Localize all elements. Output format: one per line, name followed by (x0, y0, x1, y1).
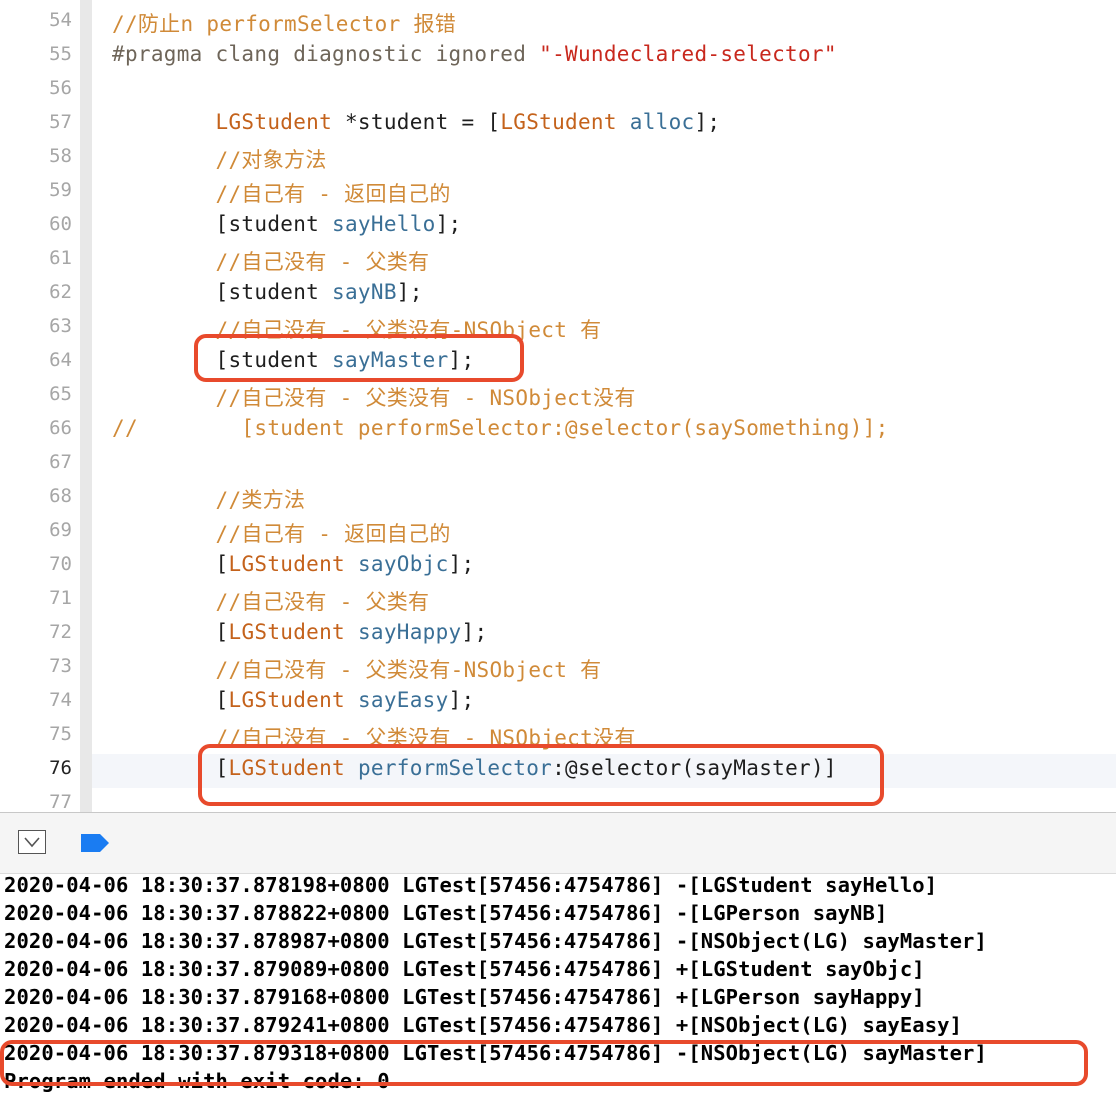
line-number: 55 (49, 43, 72, 65)
code-line[interactable]: //自己没有 - 父类有 (112, 586, 430, 616)
code-token: //类方法 (112, 488, 306, 512)
code-token: #pragma clang diagnostic ignored (112, 42, 540, 66)
code-token: sayHappy (357, 620, 462, 644)
line-number: 63 (49, 315, 72, 337)
code-token: sayNB (332, 280, 397, 304)
code-line[interactable]: //类方法 (112, 484, 306, 514)
code-token: LGStudent (228, 552, 345, 576)
code-line[interactable]: [LGStudent sayObjc]; (112, 552, 475, 576)
code-token: //对象方法 (112, 148, 327, 172)
code-line[interactable]: [LGStudent sayHappy]; (112, 620, 488, 644)
line-number: 67 (49, 451, 72, 473)
line-number: 74 (49, 689, 72, 711)
code-token: //防止n performSelector 报错 (112, 12, 457, 36)
code-line[interactable]: #pragma clang diagnostic ignored "-Wunde… (112, 42, 837, 66)
code-line[interactable]: //自己没有 - 父类有 (112, 246, 430, 276)
highlight-box-line-64 (194, 334, 524, 382)
console-output[interactable]: 2020-04-06 18:30:37.878198+0800 LGTest[5… (0, 874, 1116, 1120)
code-token: LGStudent (112, 110, 333, 134)
line-number: 71 (49, 587, 72, 609)
code-editor[interactable]: 54 55 56 57 58 59 60 61 62 63 64 65 66 67 68 69 70 71 72 73… (0, 0, 1116, 812)
code-token: [ (112, 620, 229, 644)
console-line: 2020-04-06 18:30:37.878198+0800 LGTest[5… (4, 874, 938, 897)
code-token: //自己有 - 返回自己的 (112, 522, 451, 546)
code-token: ]; (396, 280, 423, 304)
line-number: 76 (49, 757, 72, 779)
code-line[interactable]: //对象方法 (112, 144, 327, 174)
code-line[interactable]: LGStudent *student = [LGStudent alloc]; (112, 110, 721, 134)
line-number: 72 (49, 621, 72, 643)
code-line[interactable]: [student sayHello]; (112, 212, 462, 236)
highlight-box-console-last (0, 1040, 1088, 1086)
code-token: sayObjc (357, 552, 449, 576)
console-line: 2020-04-06 18:30:37.879089+0800 LGTest[5… (4, 957, 925, 981)
code-token: "-Wundeclared-selector" (539, 42, 837, 66)
code-token: ]; (448, 552, 475, 576)
code-line[interactable]: //自己没有 - 父类没有 - NSObject没有 (112, 382, 636, 412)
code-line[interactable]: // [student performSelector:@selector(sa… (112, 416, 889, 440)
gutter-ribbon (80, 0, 92, 812)
code-token: LGStudent (228, 688, 345, 712)
code-token: //自己没有 - 父类没有-NSObject 有 (112, 658, 602, 682)
code-token: [student (112, 280, 333, 304)
line-number: 54 (49, 9, 72, 31)
code-token: LGStudent (228, 620, 345, 644)
console-line: 2020-04-06 18:30:37.879168+0800 LGTest[5… (4, 985, 925, 1009)
code-token: ]; (694, 110, 721, 134)
line-number: 70 (49, 553, 72, 575)
line-number: 73 (49, 655, 72, 677)
line-number: 61 (49, 247, 72, 269)
code-token: //自己没有 - 父类有 (112, 250, 430, 274)
line-number: 65 (49, 383, 72, 405)
code-token: ]; (435, 212, 462, 236)
line-number-gutter: 54 55 56 57 58 59 60 61 62 63 64 65 66 67 68 69 70 71 72 73… (0, 0, 80, 812)
hide-debug-area-icon (24, 837, 40, 848)
console-line: 2020-04-06 18:30:37.879241+0800 LGTest[5… (4, 1013, 963, 1037)
code-token: //自己没有 - 父类没有 - NSObject没有 (112, 386, 636, 410)
line-number: 69 (49, 519, 72, 541)
breakpoint-icon (81, 834, 109, 852)
code-line[interactable]: //自己没有 - 父类没有-NSObject 有 (112, 654, 602, 684)
code-line[interactable]: //自己有 - 返回自己的 (112, 178, 451, 208)
line-number: 56 (49, 77, 72, 99)
line-number: 77 (49, 791, 72, 812)
line-number: 62 (49, 281, 72, 303)
code-token: *student = [ (332, 110, 501, 134)
code-token: // [student performSelector:@selector(sa… (112, 416, 889, 440)
line-number: 68 (49, 485, 72, 507)
code-token: [ (112, 688, 229, 712)
code-token: LGStudent (500, 110, 617, 134)
code-token: alloc (629, 110, 695, 134)
code-token: ]; (448, 688, 475, 712)
code-token: ]; (461, 620, 488, 644)
console-line: 2020-04-06 18:30:37.878822+0800 LGTest[5… (4, 901, 888, 925)
breakpoints-toggle-button[interactable] (80, 833, 110, 853)
code-line[interactable]: //防止n performSelector 报错 (112, 8, 456, 38)
code-token: //自己没有 - 父类有 (112, 590, 430, 614)
code-token: sayEasy (357, 688, 449, 712)
line-number: 58 (49, 145, 72, 167)
line-number: 60 (49, 213, 72, 235)
highlight-box-line-76 (198, 744, 884, 806)
line-number: 59 (49, 179, 72, 201)
line-number: 75 (49, 723, 72, 745)
code-token: [student (112, 212, 333, 236)
console-line: 2020-04-06 18:30:37.878987+0800 LGTest[5… (4, 929, 987, 953)
code-line[interactable]: [student sayNB]; (112, 280, 423, 304)
code-token: //自己有 - 返回自己的 (112, 182, 451, 206)
code-line[interactable]: //自己有 - 返回自己的 (112, 518, 451, 548)
line-number: 57 (49, 111, 72, 133)
line-number: 64 (49, 349, 72, 371)
debug-area-toolbar (0, 813, 1116, 874)
code-token: [ (112, 552, 229, 576)
hide-debug-area-button[interactable] (18, 830, 46, 854)
line-number: 66 (49, 417, 72, 439)
code-token: sayHello (332, 212, 436, 236)
code-line[interactable]: [LGStudent sayEasy]; (112, 688, 475, 712)
